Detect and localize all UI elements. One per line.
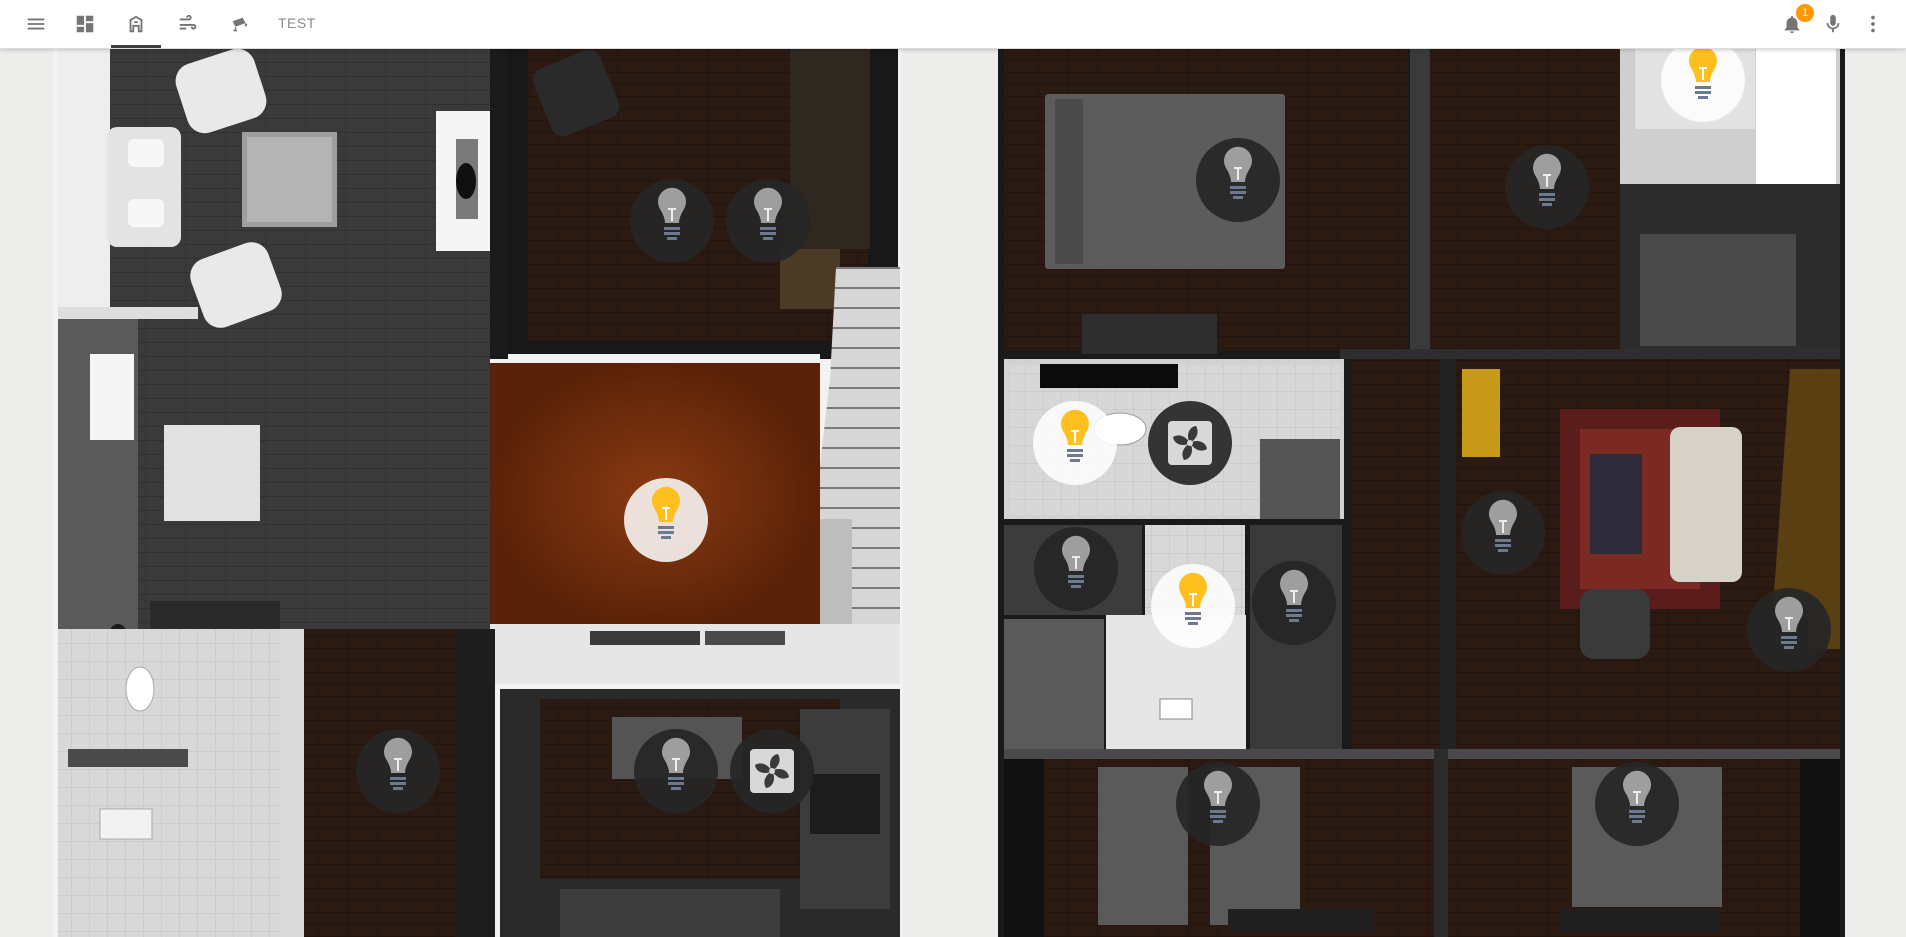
bathroom-light[interactable] — [1033, 401, 1117, 485]
living-room — [58, 49, 490, 640]
more-vert-icon[interactable] — [1857, 8, 1889, 40]
lounge-light[interactable] — [1461, 491, 1545, 575]
ensuite-light[interactable] — [1252, 561, 1336, 645]
study-light-1[interactable] — [630, 179, 714, 263]
sofa — [1670, 427, 1742, 582]
study-light-2[interactable] — [726, 179, 810, 263]
kitchen — [500, 689, 900, 937]
active-tab-indicator — [111, 45, 161, 48]
dashboard-icon[interactable] — [69, 8, 101, 40]
weather-icon[interactable] — [172, 8, 204, 40]
hallway — [1440, 353, 1456, 753]
bed — [1640, 234, 1796, 346]
tab-test[interactable]: TEST — [278, 15, 316, 35]
camera-icon[interactable] — [224, 8, 256, 40]
lounge — [1352, 359, 1840, 751]
fan-icon — [750, 749, 794, 793]
bathroom-fan[interactable] — [1148, 401, 1232, 485]
fan-icon — [1168, 421, 1212, 465]
notification-badge: 1 — [1796, 4, 1814, 22]
bedroom-5-light[interactable] — [1595, 762, 1679, 846]
menu-icon[interactable] — [20, 8, 52, 40]
bedroom-4-light[interactable] — [1176, 762, 1260, 846]
floorplan-view — [53, 49, 1845, 937]
right-building — [998, 49, 1845, 937]
shower-light[interactable] — [1151, 564, 1235, 648]
master-bedroom-light[interactable] — [1196, 138, 1280, 222]
bedroom-2-light[interactable] — [1505, 145, 1589, 229]
toilet — [58, 629, 280, 937]
hallway-light[interactable] — [356, 729, 440, 813]
bed — [1098, 767, 1188, 925]
laundry-light[interactable] — [1034, 527, 1118, 611]
microphone-icon[interactable] — [1817, 8, 1849, 40]
kitchen-fan[interactable] — [730, 729, 814, 813]
top-toolbar: TEST 1 — [0, 0, 1906, 49]
kitchen-light[interactable] — [634, 729, 718, 813]
dining-light[interactable] — [624, 478, 708, 562]
kitchen-island — [164, 425, 260, 521]
stair-light[interactable] — [1747, 588, 1831, 672]
armchair — [1580, 589, 1650, 659]
floorplan-icon[interactable] — [120, 8, 152, 40]
